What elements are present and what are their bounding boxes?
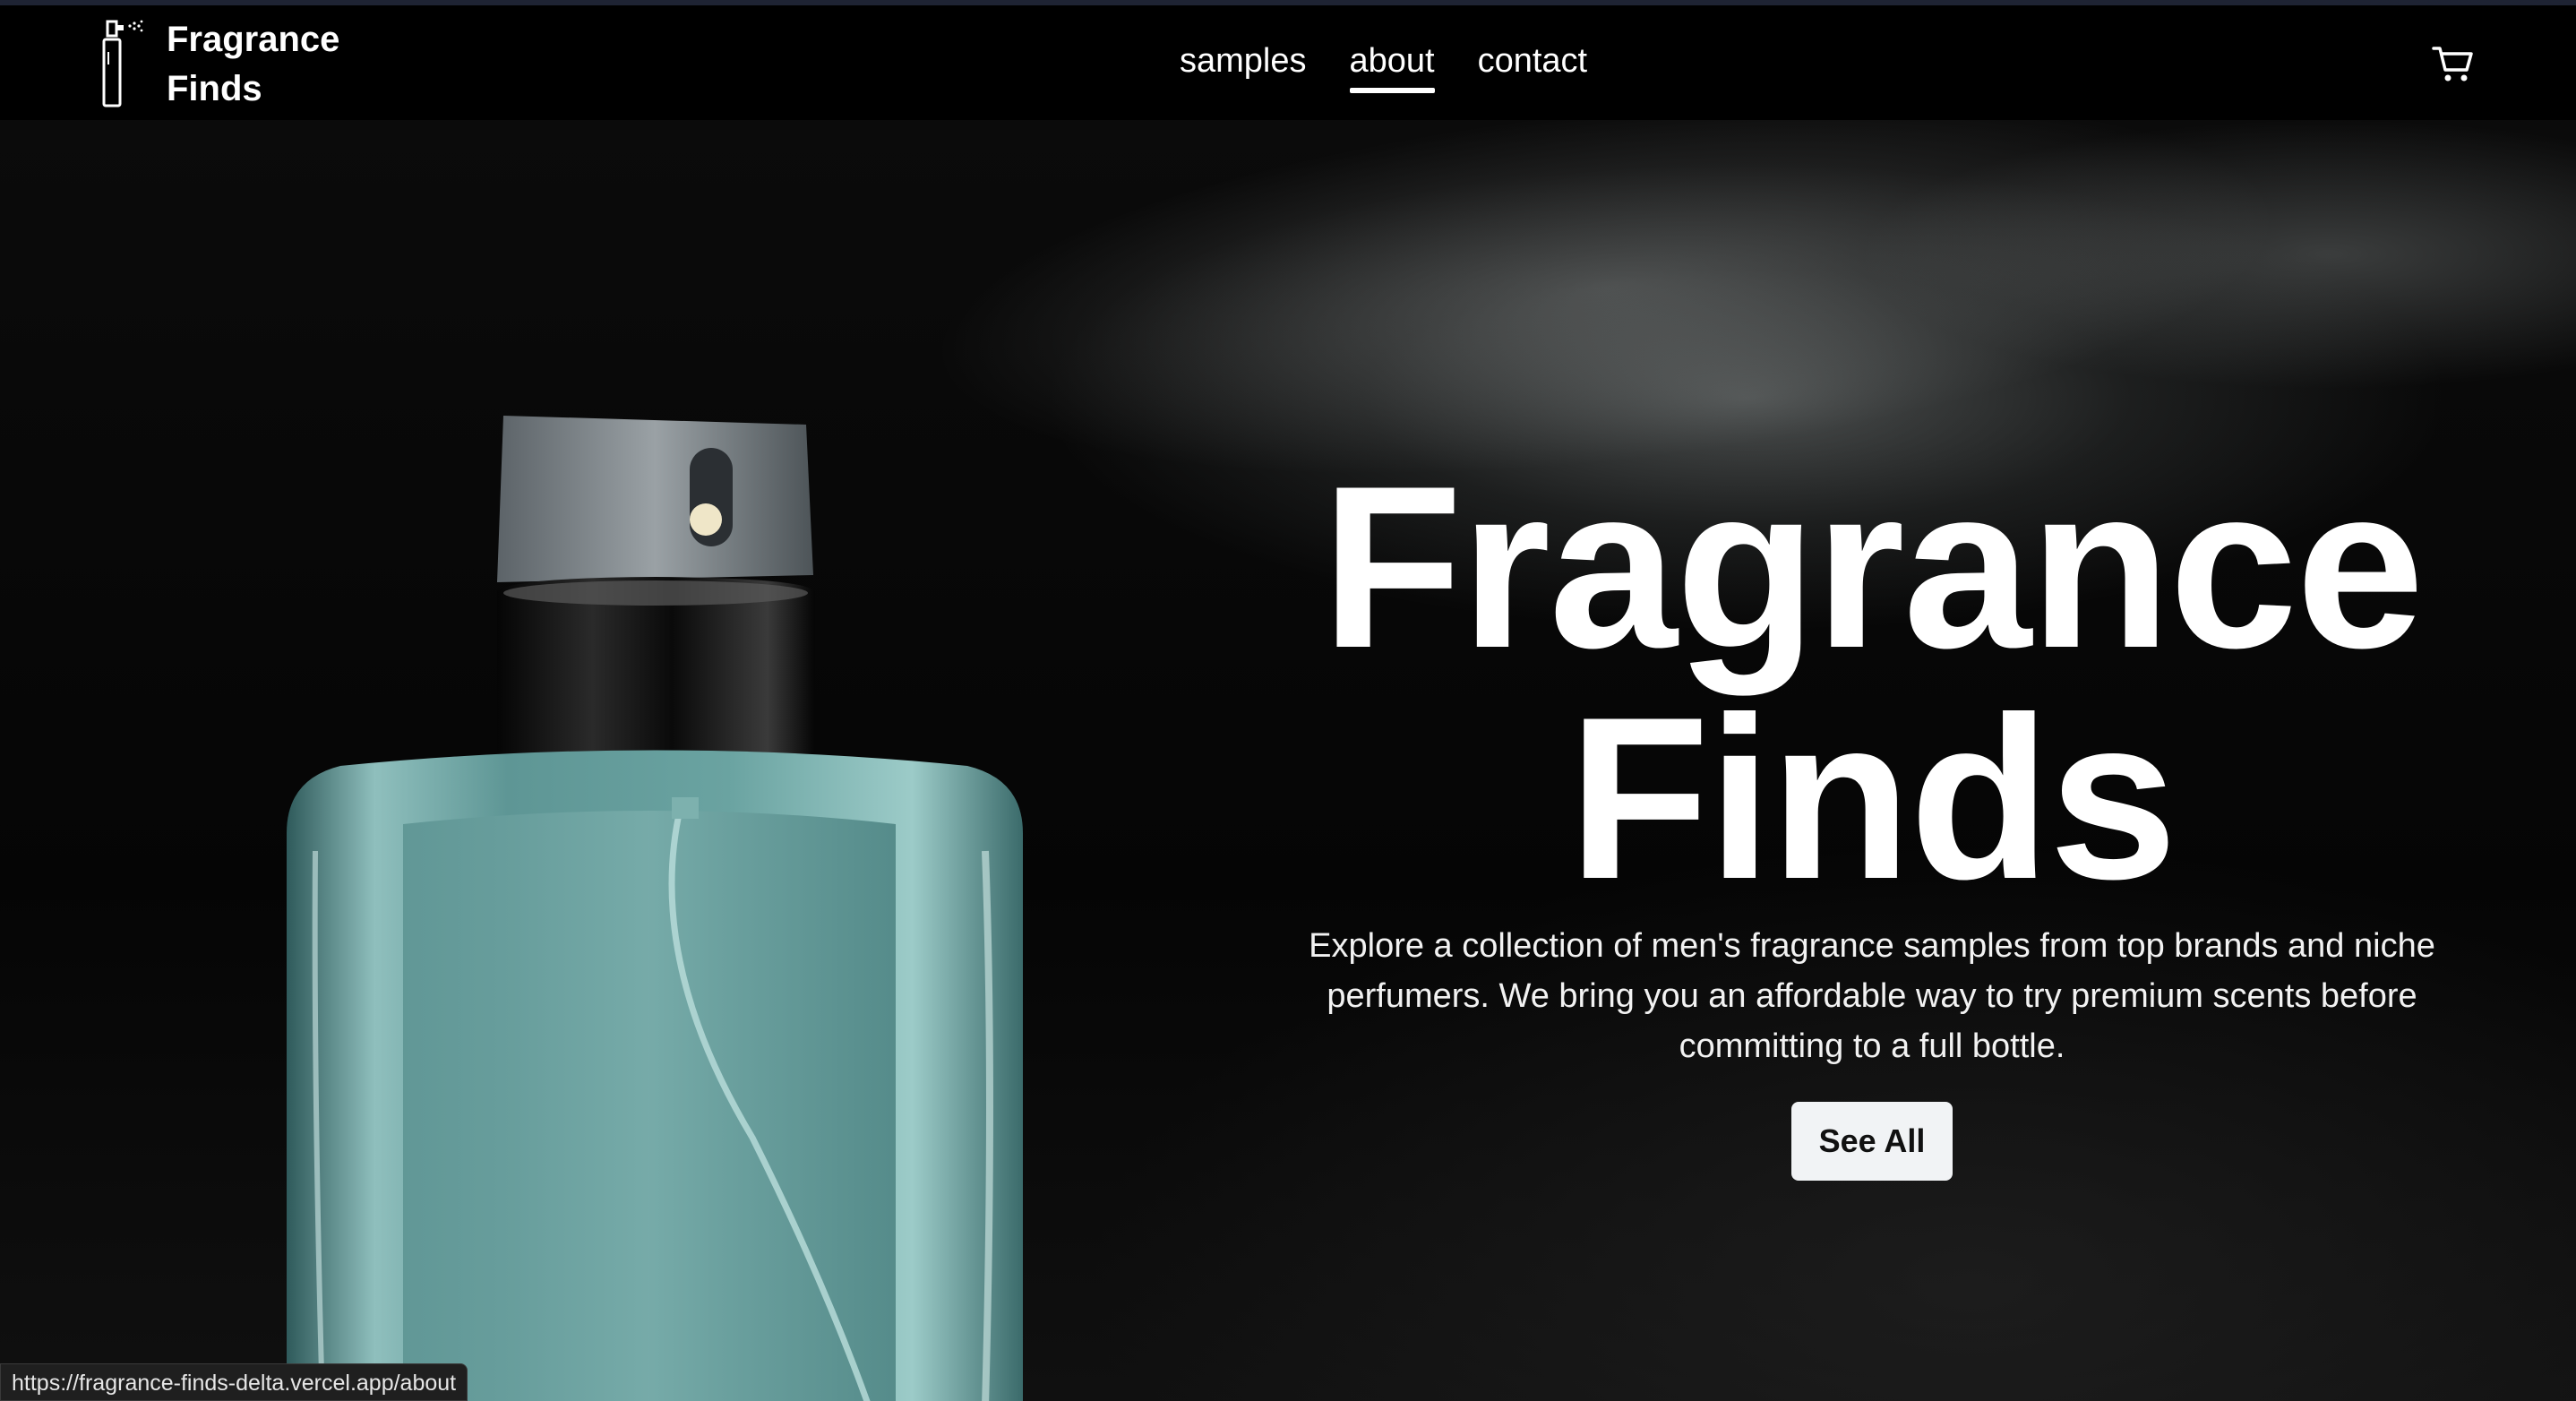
- main-nav: samples about contact: [1180, 41, 1587, 93]
- hero-section: Fragrance Finds Explore a collection of …: [0, 120, 2576, 1401]
- hero-description: Explore a collection of men's fragrance …: [1309, 927, 2435, 1065]
- window-top-edge: [0, 0, 2576, 5]
- see-all-button[interactable]: See All: [1791, 1102, 1953, 1181]
- perfume-bottle-spraying-image: [287, 416, 1023, 1401]
- navbar: Fragrance Finds samples about contact: [0, 5, 2576, 120]
- hero-title: Fragrance Finds: [1200, 451, 2544, 914]
- nav-link-about[interactable]: about: [1349, 41, 1435, 93]
- nav-link-samples[interactable]: samples: [1180, 41, 1307, 93]
- brand-name: Fragrance Finds: [167, 20, 340, 108]
- nav-link-contact[interactable]: contact: [1478, 41, 1588, 93]
- cart-icon[interactable]: [2431, 41, 2476, 86]
- brand-logo-link[interactable]: Fragrance Finds: [100, 18, 382, 111]
- hero-title-line-2: Finds: [1568, 668, 2177, 927]
- page: Fragrance Finds samples about contact Fr…: [0, 0, 2576, 1401]
- status-bar-url: https://fragrance-finds-delta.vercel.app…: [0, 1363, 468, 1401]
- hero-title-line-1: Fragrance: [1321, 437, 2425, 696]
- perfume-spray-icon: [102, 20, 143, 107]
